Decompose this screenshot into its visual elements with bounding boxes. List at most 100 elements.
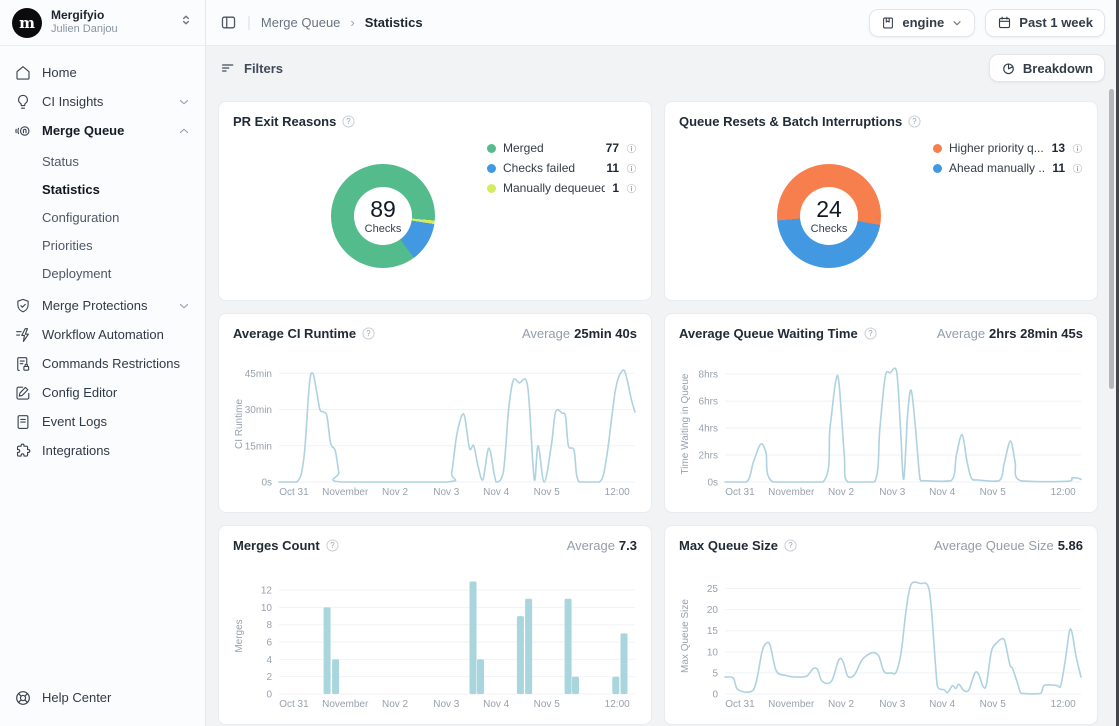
info-icon[interactable] xyxy=(1072,163,1083,174)
sidebar-toggle-button[interactable] xyxy=(220,14,237,31)
legend-value: 13 xyxy=(1052,141,1065,155)
legend-value: 11 xyxy=(1052,161,1065,175)
svg-text:4hrs: 4hrs xyxy=(699,424,718,435)
line-chart[interactable]: 45min30min15min0sOct 31NovemberNov 2Nov … xyxy=(233,358,639,502)
commands-icon xyxy=(14,355,32,373)
vertical-scrollbar[interactable] xyxy=(1109,89,1114,389)
sidebar-item-label: Workflow Automation xyxy=(42,327,191,342)
donut-unit: Checks xyxy=(811,223,848,235)
help-icon[interactable]: ? xyxy=(326,539,339,552)
info-icon[interactable] xyxy=(626,163,637,174)
sidebar-item-integrations[interactable]: Integrations xyxy=(8,436,197,465)
breadcrumb-current: Statistics xyxy=(365,15,423,30)
lifebuoy-icon xyxy=(14,689,32,707)
svg-text:Oct 31: Oct 31 xyxy=(725,699,755,710)
sidebar-subitem-configuration[interactable]: Configuration xyxy=(8,203,197,231)
line-chart[interactable]: 8hrs6hrs4hrs2hrs0sOct 31NovemberNov 2Nov… xyxy=(679,358,1085,502)
legend-item[interactable]: Checks failed11 xyxy=(487,158,637,178)
sidebar-subitem-priorities[interactable]: Priorities xyxy=(8,231,197,259)
help-icon[interactable]: ? xyxy=(784,539,797,552)
svg-text:Nov 5: Nov 5 xyxy=(534,699,561,710)
svg-text:0s: 0s xyxy=(707,478,718,489)
repo-icon xyxy=(881,16,895,30)
svg-text:CI Runtime: CI Runtime xyxy=(234,399,245,449)
card-title: Average CI Runtime xyxy=(233,326,356,341)
donut-chart[interactable]: 89 Checks xyxy=(331,164,435,268)
info-icon[interactable] xyxy=(626,143,637,154)
svg-text:5: 5 xyxy=(712,668,718,679)
repository-select[interactable]: engine xyxy=(869,9,975,37)
cards-grid: PR Exit Reasons ? 89 Checks Merged77Chec… xyxy=(206,90,1119,725)
svg-text:Nov 4: Nov 4 xyxy=(929,699,956,710)
sidebar-item-label: Merge Queue xyxy=(42,123,167,138)
help-icon[interactable]: ? xyxy=(864,327,877,340)
org-switcher[interactable]: m Mergifyio Julien Danjou xyxy=(0,0,205,46)
card-max-queue-size: Max Queue Size ? Average Queue Size5.86 … xyxy=(664,525,1098,725)
sidebar-item-merge-protections[interactable]: Merge Protections xyxy=(8,291,197,320)
config-editor-icon xyxy=(14,384,32,402)
svg-text:0s: 0s xyxy=(261,478,272,489)
help-icon[interactable]: ? xyxy=(342,115,355,128)
sidebar-item-label: Commands Restrictions xyxy=(42,356,191,371)
bar-chart[interactable]: 121086420Oct 31NovemberNov 2Nov 3Nov 4No… xyxy=(233,570,639,714)
svg-text:Nov 2: Nov 2 xyxy=(382,487,409,498)
breakdown-button[interactable]: Breakdown xyxy=(989,54,1105,82)
date-range-button[interactable]: Past 1 week xyxy=(985,9,1105,37)
legend-item[interactable]: Ahead manually ...11 xyxy=(933,158,1083,178)
svg-text:?: ? xyxy=(330,541,335,550)
svg-text:4: 4 xyxy=(266,655,272,666)
chevron-down-icon xyxy=(177,95,191,109)
svg-text:0: 0 xyxy=(266,690,272,701)
donut-chart[interactable]: 24 Checks xyxy=(777,164,881,268)
sidebar-item-ci-insights[interactable]: CI Insights xyxy=(8,87,197,116)
bar xyxy=(565,599,572,694)
legend-dot xyxy=(933,144,942,153)
sidebar-item-home[interactable]: Home xyxy=(8,58,197,87)
bar xyxy=(572,677,579,694)
sidebar-item-workflow-automation[interactable]: Workflow Automation xyxy=(8,320,197,349)
sidebar-subitem-statistics[interactable]: Statistics xyxy=(8,175,197,203)
org-name: Mergifyio xyxy=(51,9,170,23)
svg-text:15min: 15min xyxy=(245,441,272,452)
svg-text:?: ? xyxy=(913,117,918,126)
sidebar-subitem-status[interactable]: Status xyxy=(8,147,197,175)
sidebar-subitem-deployment[interactable]: Deployment xyxy=(8,259,197,287)
legend-dot xyxy=(933,164,942,173)
sidebar-item-label: Merge Protections xyxy=(42,298,167,313)
legend-item[interactable]: Manually dequeued1 xyxy=(487,178,637,198)
card-title: Average Queue Waiting Time xyxy=(679,326,858,341)
sidebar-item-help-center[interactable]: Help Center xyxy=(8,683,197,712)
svg-text:8: 8 xyxy=(266,620,272,631)
sidebar-item-label: CI Insights xyxy=(42,94,167,109)
info-icon[interactable] xyxy=(626,183,637,194)
sidebar-item-merge-queue[interactable]: Merge Queue xyxy=(8,116,197,145)
breadcrumb-parent[interactable]: Merge Queue xyxy=(261,15,341,30)
org-switcher-chevrons-icon[interactable] xyxy=(179,13,193,32)
chart-legend: Merged77Checks failed11Manually dequeued… xyxy=(487,138,637,198)
svg-text:Nov 4: Nov 4 xyxy=(483,699,510,710)
bar xyxy=(621,633,628,694)
svg-text:15: 15 xyxy=(707,626,719,637)
help-icon[interactable]: ? xyxy=(362,327,375,340)
legend-item[interactable]: Higher priority q...13 xyxy=(933,138,1083,158)
sidebar-item-event-logs[interactable]: Event Logs xyxy=(8,407,197,436)
svg-text:Nov 5: Nov 5 xyxy=(980,487,1007,498)
chart-legend: Higher priority q...13Ahead manually ...… xyxy=(933,138,1083,178)
bar xyxy=(470,582,477,695)
svg-text:Nov 4: Nov 4 xyxy=(929,487,956,498)
info-icon[interactable] xyxy=(1072,143,1083,154)
svg-text:Nov 4: Nov 4 xyxy=(483,487,510,498)
average-stat: Average7.3 xyxy=(567,538,637,553)
line-chart[interactable]: 2520151050Oct 31NovemberNov 2Nov 3Nov 4N… xyxy=(679,570,1085,714)
bar xyxy=(612,677,619,694)
sidebar-item-commands-restrictions[interactable]: Commands Restrictions xyxy=(8,349,197,378)
help-icon[interactable]: ? xyxy=(908,115,921,128)
svg-text:Nov 3: Nov 3 xyxy=(433,699,460,710)
legend-item[interactable]: Merged77 xyxy=(487,138,637,158)
app-window: m Mergifyio Julien Danjou Home CI Insight… xyxy=(0,0,1119,726)
filters-button[interactable]: Filters xyxy=(220,60,283,76)
sidebar-item-config-editor[interactable]: Config Editor xyxy=(8,378,197,407)
mergify-logo: m xyxy=(12,8,42,38)
chevron-up-icon xyxy=(177,124,191,138)
svg-text:?: ? xyxy=(366,329,371,338)
